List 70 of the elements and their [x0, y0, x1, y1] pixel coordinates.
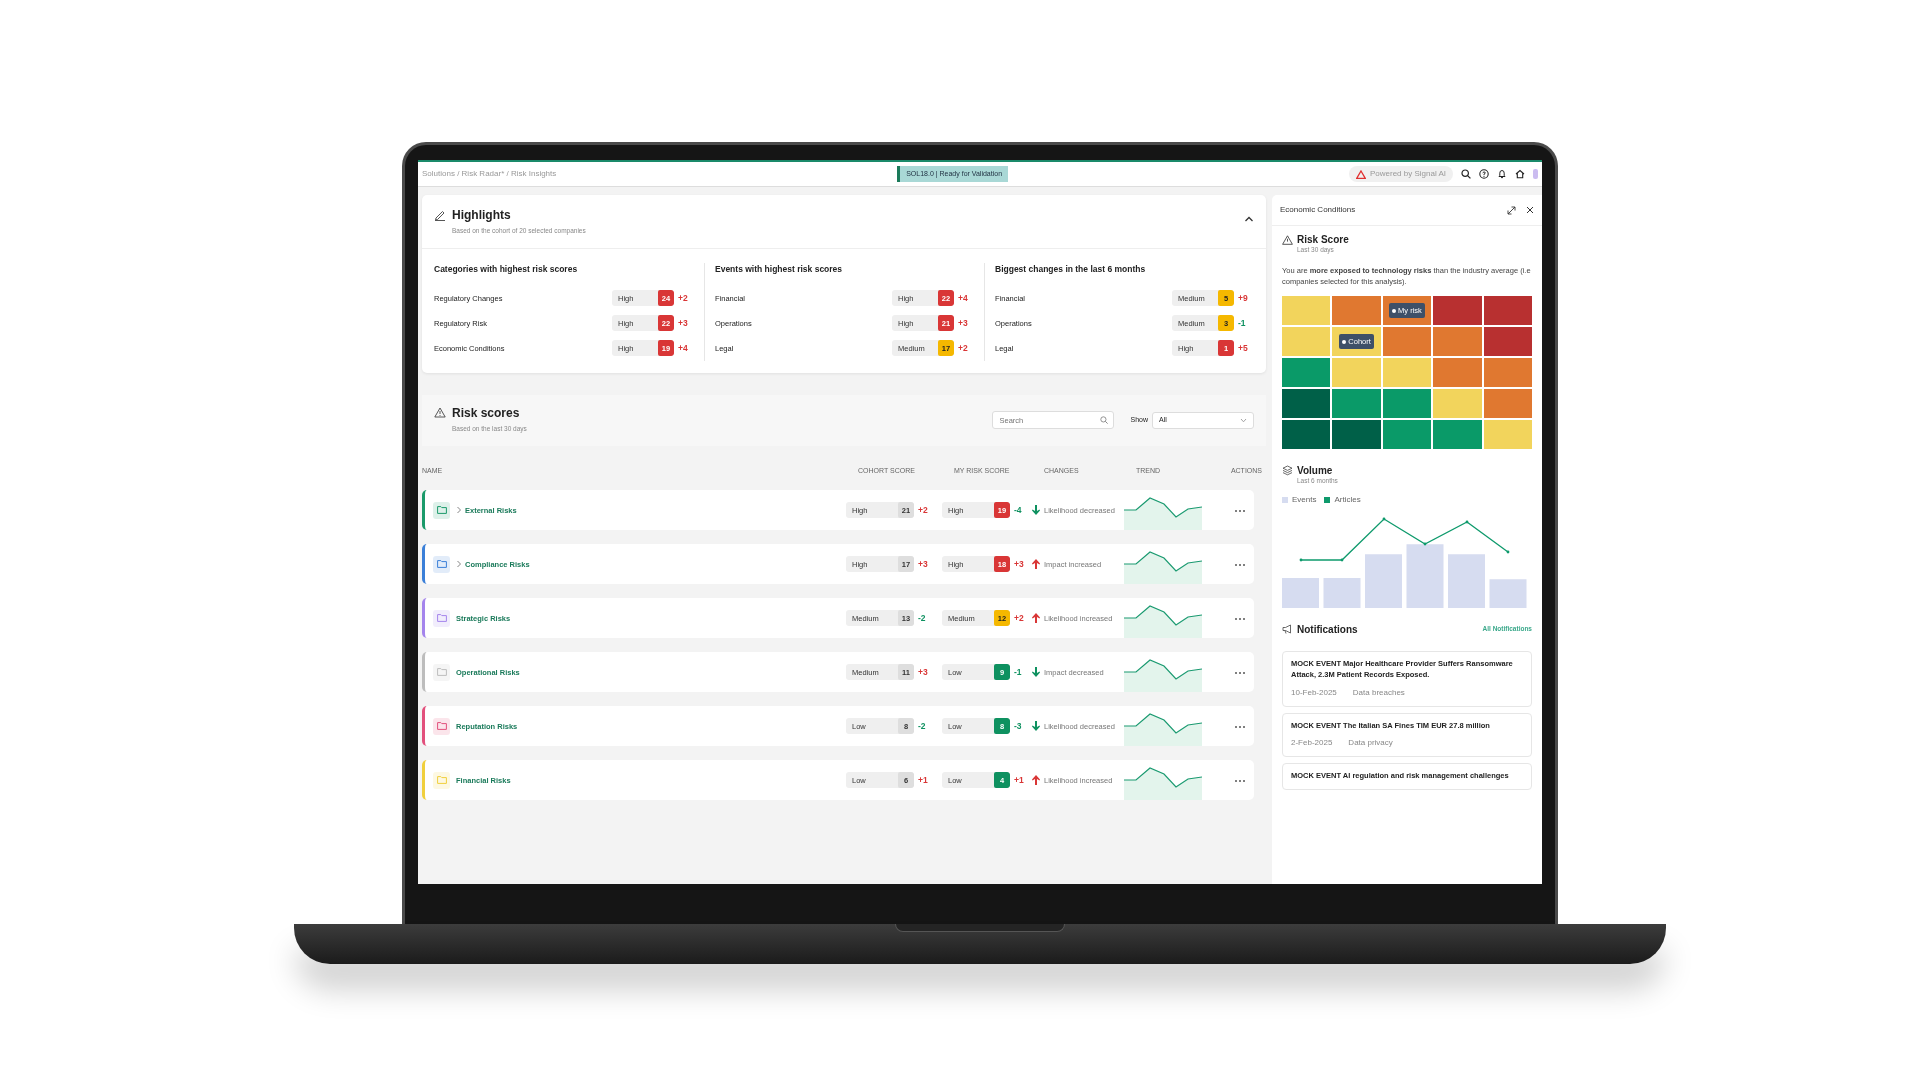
- notification-category: Data privacy: [1348, 737, 1393, 750]
- articles-point: [1423, 542, 1427, 546]
- change-value: +1: [917, 773, 929, 787]
- column-title: Biggest changes in the last 6 months: [995, 262, 1147, 276]
- help-icon[interactable]: [1479, 169, 1489, 179]
- megaphone-icon: [1282, 624, 1293, 635]
- section-title: Risk Score: [1297, 234, 1349, 245]
- collapse-chevron-icon[interactable]: [1244, 215, 1254, 223]
- articles-point: [1299, 558, 1303, 562]
- column-title: Categories with highest risk scores: [434, 262, 579, 276]
- change-value: +5: [1237, 341, 1249, 355]
- powered-by-label: Powered by Signal AI: [1369, 168, 1446, 180]
- events-bar: [1323, 577, 1361, 608]
- section-title: Volume: [1297, 465, 1333, 476]
- section-title: Highlights: [452, 209, 512, 223]
- column-title: Events with highest risk scores: [715, 262, 844, 276]
- events-bar: [1448, 554, 1485, 608]
- notification-date: 10-Feb-2025: [1291, 686, 1337, 699]
- events-bar: [1406, 544, 1444, 608]
- triangle-logo-icon: [1355, 169, 1366, 179]
- articles-point: [1506, 550, 1510, 554]
- change-value: +4: [677, 341, 689, 355]
- expand-icon[interactable]: [1507, 205, 1516, 215]
- change-value: +3: [1013, 557, 1025, 571]
- search-icon[interactable]: [1461, 169, 1471, 179]
- warning-icon: [434, 406, 446, 418]
- more-actions-icon[interactable]: [1234, 616, 1246, 621]
- change-value: +9: [1237, 291, 1249, 305]
- layers-icon: [1282, 465, 1293, 476]
- change-value: +2: [917, 503, 929, 517]
- change-value: +3: [677, 316, 689, 330]
- caret-icon: [1240, 417, 1247, 423]
- change-value: +4: [957, 291, 969, 305]
- close-icon[interactable]: [1526, 206, 1534, 214]
- legend-label: Events: [1292, 493, 1317, 506]
- events-bar: [1489, 579, 1527, 608]
- change-value: +2: [1013, 611, 1025, 625]
- change-value: +3: [917, 665, 929, 679]
- more-actions-icon[interactable]: [1234, 670, 1246, 675]
- events-bar: [1365, 554, 1402, 608]
- events-bar: [1282, 577, 1319, 608]
- more-actions-icon[interactable]: [1234, 778, 1246, 783]
- articles-point: [1340, 558, 1344, 562]
- section-title: Risk scores: [452, 406, 521, 420]
- section-title: Notifications: [1297, 623, 1359, 635]
- more-actions-icon[interactable]: [1234, 562, 1246, 567]
- change-value: +2: [957, 341, 969, 355]
- panel-title: Economic Conditions: [1280, 204, 1357, 216]
- change-value: -1: [1013, 665, 1023, 679]
- change-value: +3: [957, 316, 969, 330]
- more-actions-icon[interactable]: [1234, 724, 1246, 729]
- pen-icon: [434, 209, 446, 221]
- change-value: +1: [1013, 773, 1025, 787]
- change-value: -4: [1013, 503, 1023, 517]
- articles-point: [1382, 517, 1386, 521]
- warning-icon: [1282, 234, 1293, 245]
- change-value: -2: [917, 611, 927, 625]
- legend-label: Articles: [1334, 493, 1361, 506]
- articles-point: [1465, 520, 1469, 524]
- bell-icon[interactable]: [1497, 169, 1507, 179]
- search-icon: [1100, 416, 1109, 425]
- notification-category: Data breaches: [1352, 686, 1405, 699]
- more-actions-icon[interactable]: [1234, 508, 1246, 513]
- change-value: +3: [917, 557, 929, 571]
- notification-date: 2-Feb-2025: [1291, 737, 1333, 750]
- change-value: +2: [677, 291, 689, 305]
- change-value: -3: [1013, 719, 1023, 733]
- change-value: -2: [917, 719, 927, 733]
- change-value: -1: [1237, 316, 1247, 330]
- home-icon[interactable]: [1515, 169, 1525, 179]
